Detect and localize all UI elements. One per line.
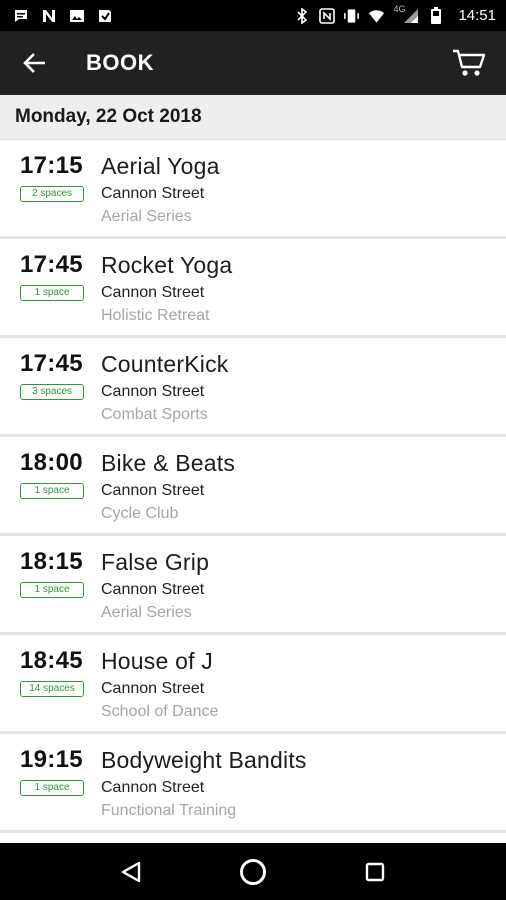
class-row[interactable]: 17:45 1 space Rocket Yoga Cannon Street … <box>0 239 506 338</box>
cart-button[interactable] <box>450 45 488 81</box>
class-series: Cycle Club <box>101 505 179 522</box>
class-series: Holistic Retreat <box>101 307 210 324</box>
class-series: School of Dance <box>101 703 219 720</box>
battery-icon <box>427 7 444 24</box>
class-time: 17:45 <box>20 350 83 377</box>
class-series: Combat Sports <box>101 406 208 423</box>
spaces-badge: 1 space <box>20 483 84 499</box>
bluetooth-icon <box>293 7 310 24</box>
spaces-badge: 1 space <box>20 780 84 796</box>
system-icons: 4G 14:51 <box>293 4 496 24</box>
class-time: 18:00 <box>20 449 83 476</box>
class-row[interactable]: 19:15 1 space Bodyweight Bandits Cannon … <box>0 734 506 833</box>
arrow-left-icon <box>23 53 45 73</box>
notification-icons <box>12 7 113 24</box>
download-icon <box>96 7 113 24</box>
class-location: Cannon Street <box>101 482 205 499</box>
navigation-bar <box>0 843 506 900</box>
class-list: 17:15 2 spaces Aerial Yoga Cannon Street… <box>0 140 506 833</box>
class-series: Functional Training <box>101 802 237 819</box>
class-name: Bike & Beats <box>101 450 236 476</box>
class-location: Cannon Street <box>101 185 205 202</box>
spaces-badge: 3 spaces <box>20 384 84 400</box>
class-row[interactable]: 18:00 1 space Bike & Beats Cannon Street… <box>0 437 506 536</box>
image-icon <box>68 7 85 24</box>
nfc-icon <box>318 7 335 24</box>
class-location: Cannon Street <box>101 680 205 697</box>
back-triangle-icon <box>121 861 141 882</box>
class-location: Cannon Street <box>101 779 205 796</box>
status-bar: 4G 14:51 <box>0 0 506 31</box>
date-header: Monday, 22 Oct 2018 <box>0 95 506 140</box>
class-name: Rocket Yoga <box>101 252 233 278</box>
nav-recents-button[interactable] <box>355 852 395 892</box>
class-time: 18:15 <box>20 548 83 575</box>
class-location: Cannon Street <box>101 284 205 301</box>
n-app-icon <box>40 7 57 24</box>
vibrate-icon <box>343 7 360 24</box>
back-button[interactable] <box>0 31 70 95</box>
chat-notification-icon <box>12 7 29 24</box>
page-title: BOOK <box>86 50 154 75</box>
class-time: 17:45 <box>20 251 83 278</box>
class-location: Cannon Street <box>101 383 205 400</box>
recents-square-icon <box>365 862 385 881</box>
class-name: CounterKick <box>101 351 229 377</box>
class-series: Aerial Series <box>101 604 192 621</box>
class-name: False Grip <box>101 549 210 575</box>
signal-icon: 4G <box>393 4 419 24</box>
wifi-icon <box>368 7 385 24</box>
spaces-badge: 2 spaces <box>20 186 84 202</box>
class-row[interactable]: 18:15 1 space False Grip Cannon Street A… <box>0 536 506 635</box>
class-time: 19:15 <box>20 746 83 773</box>
class-time: 18:45 <box>20 647 83 674</box>
class-name: Aerial Yoga <box>101 153 220 179</box>
class-name: Bodyweight Bandits <box>101 747 307 773</box>
class-row[interactable]: 17:45 3 spaces CounterKick Cannon Street… <box>0 338 506 437</box>
class-name: House of J <box>101 648 213 674</box>
app-bar: BOOK <box>0 31 506 95</box>
class-location: Cannon Street <box>101 581 205 598</box>
spaces-badge: 1 space <box>20 285 84 301</box>
class-time: 17:15 <box>20 152 83 179</box>
nav-back-button[interactable] <box>111 852 151 892</box>
class-row[interactable]: 17:15 2 spaces Aerial Yoga Cannon Street… <box>0 140 506 239</box>
clock: 14:51 <box>458 7 496 24</box>
spaces-badge: 1 space <box>20 582 84 598</box>
spaces-badge: 14 spaces <box>20 681 84 697</box>
class-row[interactable]: 18:45 14 spaces House of J Cannon Street… <box>0 635 506 734</box>
home-circle-icon <box>240 858 266 885</box>
class-series: Aerial Series <box>101 208 192 225</box>
nav-home-button[interactable] <box>233 852 273 892</box>
cart-icon <box>453 49 486 76</box>
